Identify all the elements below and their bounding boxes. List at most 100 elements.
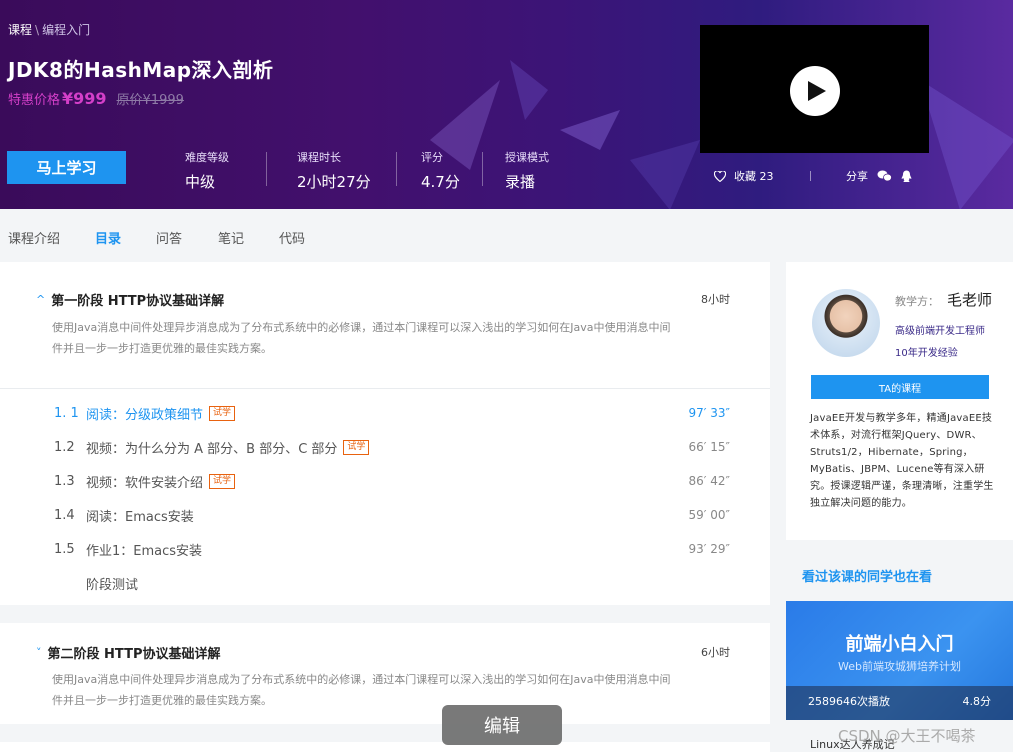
stage-description-line: 使用Java消息中间件处理异步消息成为了分布式系统中的必修课，通过本门课程可以深… bbox=[52, 673, 671, 686]
qq-icon[interactable] bbox=[901, 170, 912, 183]
original-price: 原价¥1999 bbox=[116, 93, 184, 108]
teacher-experience: 10年开发经验 bbox=[895, 348, 958, 359]
stat-label: 评分 bbox=[421, 151, 443, 164]
stage-title-text: 第一阶段 HTTP协议基础详解 bbox=[51, 294, 225, 309]
stage-test-label: 阶段测试 bbox=[86, 577, 139, 593]
teacher-card: 教学方： 毛老师 高级前端开发工程师 10年开发经验 TA的课程 JavaEE开… bbox=[786, 262, 1013, 540]
stat-label: 课程时长 bbox=[297, 151, 341, 164]
stage-duration: 6小时 bbox=[701, 646, 730, 659]
trial-badge: 试学 bbox=[209, 473, 236, 489]
favorite-count: 23 bbox=[759, 170, 774, 183]
price-label: 特惠价格 bbox=[8, 93, 61, 108]
breadcrumb-current[interactable]: 编程入门 bbox=[42, 23, 90, 37]
chevron-down-icon[interactable]: ˅ bbox=[36, 646, 42, 659]
lesson-time: 59′ 00″ bbox=[688, 508, 730, 522]
stat-difficulty: 难度等级 中级 bbox=[185, 149, 229, 192]
lesson-title: 作业1：Emacs安装 bbox=[86, 543, 203, 559]
course-tabs: 课程介绍 目录 问答 笔记 代码 bbox=[0, 209, 1013, 261]
stage-duration: 8小时 bbox=[701, 293, 730, 306]
lesson-item[interactable]: 1.5 作业1：Emacs安装 93′ 29″ bbox=[54, 539, 744, 559]
stage-test-item[interactable]: 阶段测试 bbox=[86, 573, 776, 593]
lesson-number: 1.3 bbox=[54, 473, 75, 489]
chevron-up-icon[interactable]: ^ bbox=[36, 293, 45, 306]
stat-value: 录播 bbox=[505, 173, 536, 191]
favorite-button[interactable]: 收藏 23 bbox=[714, 168, 774, 184]
lesson-title: 阅读：分级政策细节 bbox=[86, 407, 204, 423]
stat-rating: 评分 4.7分 bbox=[421, 149, 460, 192]
lesson-time: 66′ 15″ bbox=[688, 440, 730, 454]
divider bbox=[266, 152, 267, 186]
share-label: 分享 bbox=[846, 170, 868, 183]
play-icon[interactable] bbox=[790, 66, 840, 116]
card-play-count: 2589646次播放 bbox=[808, 695, 890, 708]
stat-duration: 课程时长 2小时27分 bbox=[297, 149, 371, 192]
tab-notes[interactable]: 笔记 bbox=[218, 228, 244, 247]
trial-badge: 试学 bbox=[209, 405, 236, 421]
favorite-label: 收藏 bbox=[734, 170, 756, 183]
lesson-item[interactable]: 1.3 视频：软件安装介绍 试学 86′ 42″ bbox=[54, 471, 744, 491]
stat-value: 中级 bbox=[185, 173, 216, 191]
lesson-number: 1.2 bbox=[54, 439, 75, 455]
lesson-item[interactable]: 1. 1 阅读：分级政策细节 试学 97′ 33″ bbox=[54, 403, 744, 423]
card-title: 前端小白入门 bbox=[845, 634, 954, 655]
teacher-name: 毛老师 bbox=[947, 291, 993, 309]
card-subtitle: Web前端攻城狮培养计划 bbox=[838, 660, 961, 673]
lesson-item[interactable]: 1.2 视频：为什么分为 A 部分、B 部分、C 部分 试学 66′ 15″ bbox=[54, 437, 744, 457]
lesson-number: 1.4 bbox=[54, 507, 75, 523]
trial-badge: 试学 bbox=[343, 439, 370, 455]
watermark: CSDN @大王不喝茶 bbox=[838, 727, 976, 745]
stat-mode: 授课模式 录播 bbox=[505, 149, 549, 192]
teacher-role: 高级前端开发工程师 bbox=[895, 326, 985, 337]
stage-gap bbox=[0, 724, 770, 742]
lesson-title: 视频：软件安装介绍 bbox=[86, 475, 204, 491]
lesson-number: 1. 1 bbox=[54, 405, 79, 421]
lesson-time: 93′ 29″ bbox=[688, 542, 730, 556]
start-learning-button[interactable]: 马上学习 bbox=[7, 151, 126, 184]
breadcrumb-separator: \ bbox=[35, 23, 40, 37]
tab-code[interactable]: 代码 bbox=[279, 228, 305, 247]
stage-title-text: 第二阶段 HTTP协议基础详解 bbox=[47, 647, 221, 662]
avatar[interactable] bbox=[812, 289, 880, 357]
breadcrumb: 课程 \ 编程入门 bbox=[8, 21, 90, 38]
lesson-title: 阅读：Emacs安装 bbox=[86, 509, 194, 525]
recommended-course-card[interactable]: 前端小白入门 Web前端攻城狮培养计划 2589646次播放 4.8分 bbox=[786, 601, 1013, 720]
share-bar: 分享 bbox=[846, 168, 912, 184]
stat-value: 4.7分 bbox=[421, 173, 460, 191]
course-title: JDK8的HashMap深入剖析 bbox=[8, 58, 274, 82]
stage-description: 使用Java消息中间件处理异步消息成为了分布式系统中的必修课，通过本门课程可以深… bbox=[52, 669, 742, 711]
price-value: ¥999 bbox=[62, 89, 107, 108]
catalog-panel: ^ 第一阶段 HTTP协议基础详解 8小时 使用Java消息中间件处理异步消息成… bbox=[0, 262, 770, 752]
tab-catalog[interactable]: 目录 bbox=[95, 228, 121, 247]
teacher-courses-button[interactable]: TA的课程 bbox=[811, 375, 989, 399]
lesson-time: 97′ 33″ bbox=[688, 406, 730, 420]
edit-button[interactable]: 编辑 bbox=[442, 705, 562, 745]
divider bbox=[482, 152, 483, 186]
lesson-number: 1.5 bbox=[54, 541, 75, 557]
card-score: 4.8分 bbox=[962, 695, 992, 708]
stage-description-line: 使用Java消息中间件处理异步消息成为了分布式系统中的必修课，通过本门课程可以深… bbox=[52, 321, 671, 334]
teacher-bio: JavaEE开发与教学多年，精通JavaEE技术体系，对流行框架JQuery、D… bbox=[810, 413, 994, 509]
stage-title[interactable]: ˅ 第二阶段 HTTP协议基础详解 bbox=[36, 643, 220, 662]
stage-gap bbox=[0, 605, 770, 623]
stage-title[interactable]: ^ 第一阶段 HTTP协议基础详解 bbox=[36, 290, 224, 309]
price-row: 特惠价格 ¥999 原价¥1999 bbox=[8, 89, 184, 108]
lesson-time: 86′ 42″ bbox=[688, 474, 730, 488]
stat-value: 2小时27分 bbox=[297, 173, 371, 191]
breadcrumb-root[interactable]: 课程 bbox=[8, 23, 32, 37]
lesson-item[interactable]: 1.4 阅读：Emacs安装 59′ 00″ bbox=[54, 505, 744, 525]
heart-icon bbox=[714, 170, 726, 182]
banner-decoration bbox=[920, 80, 1013, 209]
also-viewed-heading: 看过该课的同学也在看 bbox=[802, 570, 933, 585]
stat-label: 授课模式 bbox=[505, 151, 549, 164]
tab-intro[interactable]: 课程介绍 bbox=[8, 228, 60, 247]
lesson-title: 视频：为什么分为 A 部分、B 部分、C 部分 bbox=[86, 441, 338, 457]
tab-qa[interactable]: 问答 bbox=[156, 228, 182, 247]
divider bbox=[810, 171, 811, 181]
stage-description-line: 件并且一步一步打造更优雅的最佳实践方案。 bbox=[52, 342, 272, 355]
divider bbox=[0, 388, 770, 389]
teacher-label: 教学方： bbox=[895, 295, 939, 308]
banner-decoration bbox=[560, 110, 700, 209]
stage-description: 使用Java消息中间件处理异步消息成为了分布式系统中的必修课，通过本门课程可以深… bbox=[52, 317, 742, 359]
wechat-icon[interactable] bbox=[877, 170, 892, 182]
divider bbox=[396, 152, 397, 186]
